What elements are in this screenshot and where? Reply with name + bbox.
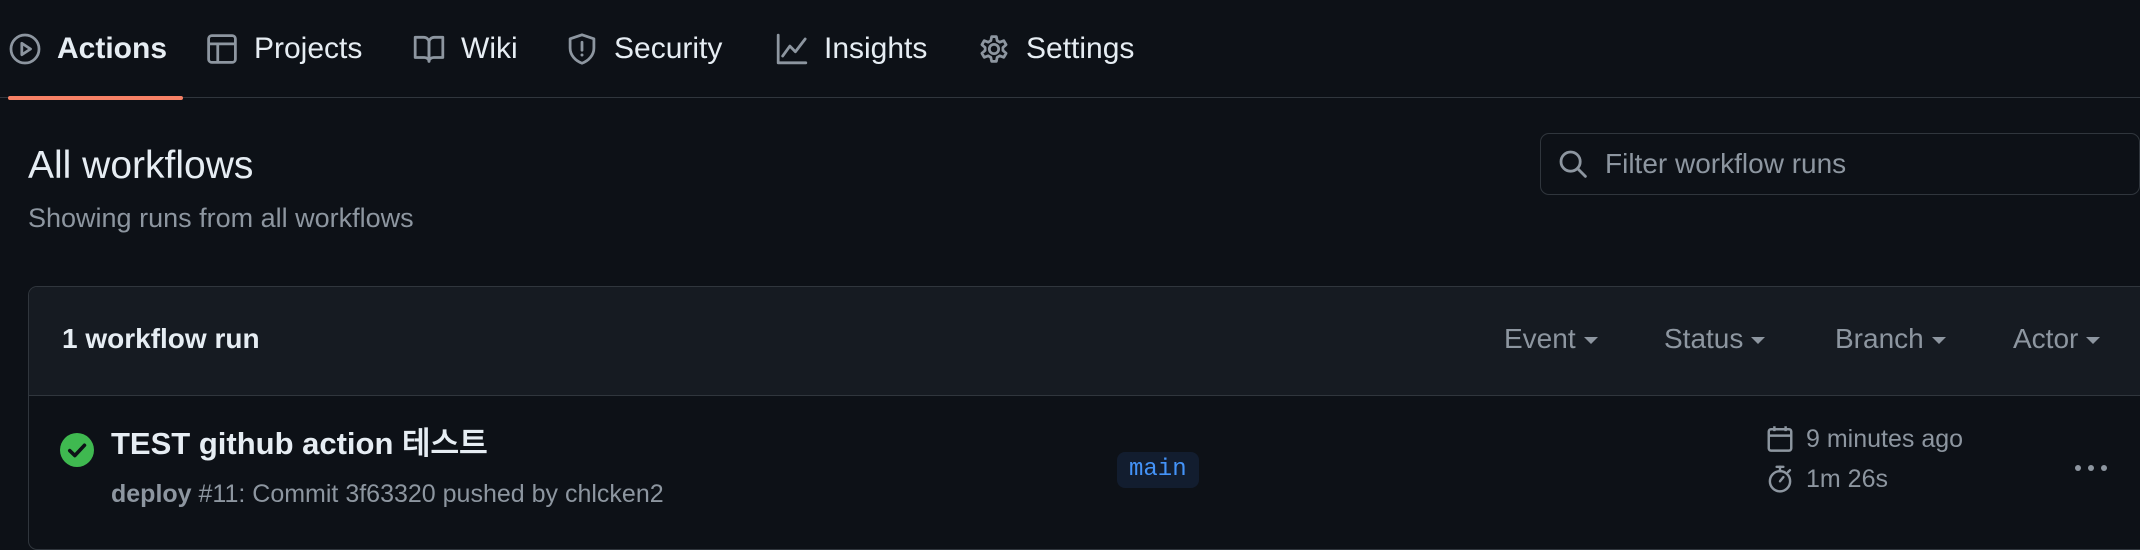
- page-subtitle: Showing runs from all workflows: [28, 203, 414, 233]
- tab-label: Settings: [1026, 32, 1135, 65]
- repo-nav: Actions Projects Wiki Security Insights …: [0, 0, 2140, 100]
- table-icon: [205, 32, 239, 66]
- workflow-name: deploy: [111, 480, 192, 508]
- run-time: 9 minutes ago: [1765, 424, 1963, 454]
- graph-icon: [775, 32, 809, 66]
- chevron-down-icon: [2086, 337, 2101, 344]
- more-options-button[interactable]: [2069, 448, 2113, 488]
- tab-label: Insights: [824, 32, 928, 65]
- filter-workflow-runs[interactable]: [1540, 133, 2140, 195]
- tab-security[interactable]: Security: [565, 0, 722, 98]
- chevron-down-icon: [1931, 337, 1946, 344]
- kebab-horizontal-icon: [2075, 465, 2107, 471]
- event-filter-dropdown[interactable]: Event: [1504, 321, 1598, 357]
- runs-count: 1 workflow run: [62, 323, 260, 354]
- search-icon: [1557, 148, 1589, 180]
- actor-filter-dropdown[interactable]: Actor: [2013, 321, 2101, 357]
- tab-insights[interactable]: Insights: [775, 0, 927, 98]
- run-duration: 1m 26s: [1765, 464, 1888, 494]
- gear-icon: [977, 32, 1011, 66]
- branch-filter-label: Branch: [1835, 323, 1924, 354]
- time-ago: 9 minutes ago: [1806, 424, 1964, 453]
- tab-wiki[interactable]: Wiki: [412, 0, 518, 98]
- duration: 1m 26s: [1806, 464, 1888, 493]
- branch-badge[interactable]: main: [1117, 452, 1199, 488]
- calendar-icon: [1767, 426, 1793, 452]
- run-title-link[interactable]: TEST github action 테스트: [111, 422, 488, 466]
- tab-label: Actions: [57, 32, 168, 65]
- page-title: All workflows: [28, 144, 254, 187]
- tab-projects[interactable]: Projects: [205, 0, 362, 98]
- tab-label: Projects: [254, 32, 363, 65]
- actor-filter-label: Actor: [2013, 323, 2079, 354]
- play-circle-icon: [8, 32, 42, 66]
- chevron-down-icon: [1583, 337, 1598, 344]
- stopwatch-icon: [1768, 465, 1792, 493]
- tab-label: Security: [614, 32, 723, 65]
- check-circle-icon: [60, 433, 94, 467]
- shield-icon: [565, 32, 599, 66]
- search-input[interactable]: [1603, 147, 2139, 181]
- runs-header: 1 workflow run Event Status Branch Actor: [29, 287, 2140, 396]
- branch-filter-dropdown[interactable]: Branch: [1835, 321, 1946, 357]
- event-filter-label: Event: [1504, 323, 1576, 354]
- status-filter-dropdown[interactable]: Status: [1664, 321, 1766, 357]
- run-meta: deploy #11: Commit 3f63320 pushed by chl…: [111, 478, 664, 510]
- chevron-down-icon: [1751, 337, 1766, 344]
- workflow-runs-list: 1 workflow run Event Status Branch Actor…: [28, 286, 2140, 550]
- run-description: #11: Commit 3f63320 pushed by chlcken2: [191, 480, 664, 508]
- tab-label: Wiki: [461, 32, 518, 65]
- book-icon: [412, 32, 446, 66]
- tab-settings[interactable]: Settings: [977, 0, 1134, 98]
- tab-actions[interactable]: Actions: [8, 0, 184, 100]
- status-filter-label: Status: [1664, 323, 1744, 354]
- table-row[interactable]: TEST github action 테스트 deploy #11: Commi…: [29, 396, 2140, 549]
